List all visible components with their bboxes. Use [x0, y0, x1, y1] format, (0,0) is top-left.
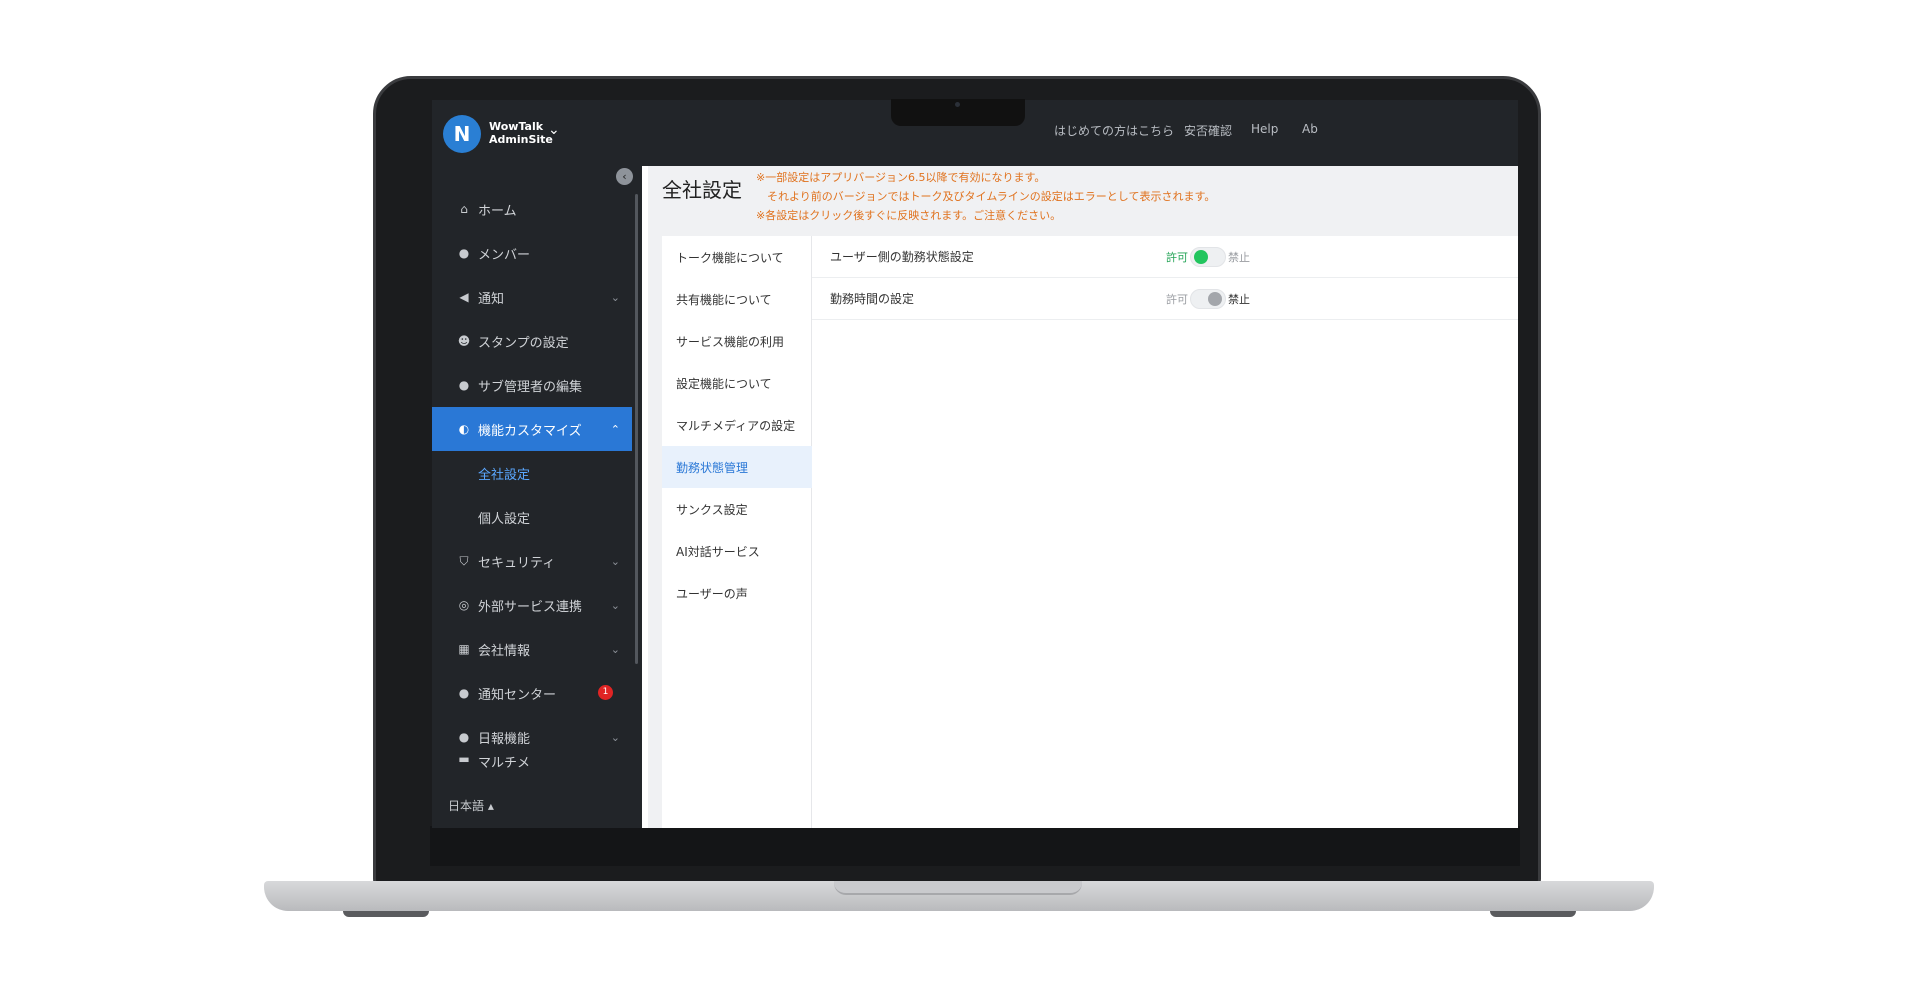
sidebar-item-external-services[interactable]: ◎ 外部サービス連携 ⌄ — [432, 583, 632, 627]
laptop-bezel — [430, 826, 1520, 866]
nav-link-getting-started[interactable]: はじめての方はこちら — [1054, 122, 1174, 139]
sidebar-item-stamps[interactable]: ☻ スタンプの設定 — [432, 319, 632, 363]
sidebar-item-notifications[interactable]: ◀ 通知 ⌄ — [432, 275, 632, 319]
category-user-voice[interactable]: ユーザーの声 — [662, 572, 812, 614]
sidebar-item-label: スタンプの設定 — [478, 335, 569, 351]
sidebar-item-label: 通知 — [478, 291, 505, 307]
caret-up-icon: ▴ — [487, 799, 494, 813]
category-talk[interactable]: トーク機能について — [662, 236, 812, 278]
media-icon: ▬ — [458, 752, 470, 766]
building-icon: ▦ — [458, 642, 470, 656]
deny-label: 禁止 — [1228, 250, 1250, 264]
nav-link-about[interactable]: Ab — [1302, 122, 1318, 136]
sidebar-item-security[interactable]: ⛉ セキュリティ ⌄ — [432, 539, 632, 583]
language-selector[interactable]: 日本語 ▴ — [448, 797, 494, 814]
work-status-toggle[interactable] — [1190, 246, 1226, 267]
deny-label: 禁止 — [1228, 292, 1250, 306]
sidebar-item-home[interactable]: ⌂ ホーム — [432, 187, 632, 231]
main-content: 全社設定 ※一部設定はアプリバージョン6.5以降で有効になります。 それより前の… — [648, 166, 1518, 828]
shield-icon: ⛉ — [459, 553, 469, 568]
toggle-icon: ◐ — [458, 422, 470, 436]
sidebar-subitem-personal-settings[interactable]: 個人設定 — [478, 508, 530, 527]
sidebar-item-label: 機能カスタマイズ — [478, 423, 582, 439]
sidebar-item-company-info[interactable]: ▦ 会社情報 ⌄ — [432, 627, 632, 671]
setting-label: ユーザー側の勤務状態設定 — [830, 250, 974, 264]
category-ai-chat[interactable]: AI対話サービス — [662, 530, 812, 572]
chevron-down-icon: ⌄ — [610, 730, 620, 744]
chevron-down-icon: ⌄ — [610, 290, 620, 304]
sidebar-item-label: 通知センター — [478, 687, 557, 703]
collapse-sidebar-icon[interactable]: ‹ — [616, 168, 633, 185]
category-settings[interactable]: 設定機能について — [662, 362, 812, 404]
screen: N WowTalk AdminSite ⌄ はじめての方はこちら 安否確認 He… — [432, 100, 1518, 828]
setting-row-user-work-status: ユーザー側の勤務状態設定 許可 禁止 — [812, 236, 1518, 278]
language-label: 日本語 — [448, 799, 485, 813]
sidebar-item-feature-customize[interactable]: ◐ 機能カスタマイズ ⌃ — [432, 407, 632, 451]
category-work-status[interactable]: 勤務状態管理 — [662, 446, 812, 488]
sidebar-item-notification-center[interactable]: ● 通知センター 1 — [432, 671, 632, 715]
chevron-down-icon: ⌄ — [610, 554, 620, 568]
sidebar-item-sub-admins[interactable]: ● サブ管理者の編集 — [432, 363, 632, 407]
settings-category-nav: トーク機能について 共有機能について サービス機能の利用 設定機能について マル… — [662, 236, 812, 828]
setting-label: 勤務時間の設定 — [830, 292, 915, 306]
sidebar-item-label: 会社情報 — [478, 643, 531, 659]
logo-line-2: AdminSite — [489, 133, 553, 146]
allow-label: 許可 — [1166, 250, 1188, 264]
sidebar-item-label: マルチメ — [478, 756, 531, 771]
home-icon: ⌂ — [460, 202, 468, 216]
camera-icon — [955, 102, 960, 107]
chevron-down-icon: ⌄ — [610, 598, 620, 612]
notice-text: ※一部設定はアプリバージョン6.5以降で有効になります。 それより前のバージョン… — [756, 171, 1216, 222]
laptop-foot-right — [1490, 911, 1576, 917]
category-service[interactable]: サービス機能の利用 — [662, 320, 812, 362]
category-sharing[interactable]: 共有機能について — [662, 278, 812, 320]
logo-text: WowTalk AdminSite — [489, 120, 553, 146]
notification-badge: 1 — [598, 685, 613, 700]
page-title: 全社設定 — [662, 178, 742, 202]
sidebar-item-label: セキュリティ — [478, 555, 556, 571]
sidebar-item-label: 外部サービス連携 — [478, 599, 583, 615]
chevron-up-icon: ⌃ — [610, 422, 620, 436]
admin-user-icon: ● — [458, 378, 470, 392]
category-thanks[interactable]: サンクス設定 — [662, 488, 812, 530]
nav-link-safety-check[interactable]: 安否確認 — [1184, 122, 1232, 139]
setting-row-work-hours: 勤務時間の設定 許可 禁止 — [812, 278, 1518, 320]
chevron-down-icon: ⌄ — [610, 642, 620, 656]
toggle-knob — [1208, 291, 1222, 306]
sidebar-subitem-company-settings[interactable]: 全社設定 — [478, 464, 530, 483]
report-icon: ● — [458, 730, 470, 744]
nav-link-help[interactable]: Help — [1251, 122, 1278, 136]
laptop-base-notch — [834, 881, 1082, 895]
megaphone-icon: ◀ — [459, 290, 469, 304]
category-multimedia[interactable]: マルチメディアの設定 — [662, 404, 812, 446]
sidebar-item-label: サブ管理者の編集 — [478, 379, 583, 395]
sidebar-item-label: ホーム — [478, 203, 517, 219]
chevron-down-icon[interactable]: ⌄ — [548, 122, 560, 138]
sidebar-item-label: 日報機能 — [478, 731, 531, 747]
smile-icon: ☻ — [457, 334, 471, 348]
laptop-foot-left — [343, 911, 429, 917]
sidebar: ‹ ⌂ ホーム ● メンバー ◀ 通知 ⌄ ☻ スタンプの設定 ● サブ管理者の… — [432, 166, 642, 828]
laptop-mockup: N WowTalk AdminSite ⌄ はじめての方はこちら 安否確認 He… — [0, 0, 1907, 992]
user-icon: ● — [458, 246, 470, 260]
toggle-knob — [1194, 249, 1208, 264]
work-hours-toggle[interactable] — [1190, 288, 1226, 309]
link-icon: ◎ — [458, 598, 470, 612]
sidebar-item-members[interactable]: ● メンバー — [432, 231, 632, 275]
allow-label: 許可 — [1166, 292, 1188, 306]
settings-panel: ユーザー側の勤務状態設定 許可 禁止 勤務時間の設定 許可 禁止 — [812, 236, 1518, 828]
notification-center-icon: ● — [458, 686, 470, 700]
sidebar-scrollbar[interactable] — [635, 194, 638, 664]
logo-icon: N — [443, 115, 481, 153]
logo-line-1: WowTalk — [489, 120, 544, 133]
sidebar-item-label: メンバー — [478, 247, 531, 263]
sidebar-item-multimedia[interactable]: ▬ マルチメ — [432, 752, 632, 772]
